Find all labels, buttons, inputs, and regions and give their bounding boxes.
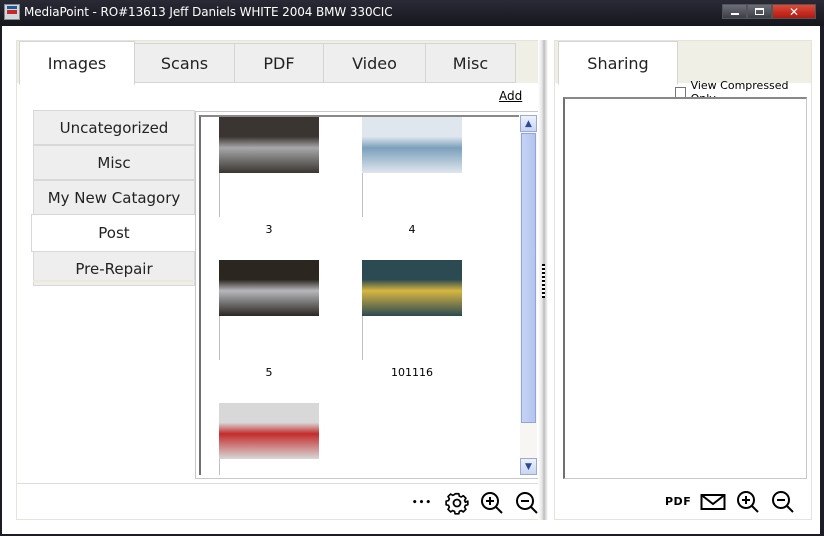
window-title: MediaPoint - RO#13613 Jeff Daniels WHITE… (24, 5, 393, 19)
splitter-grip-icon[interactable] (542, 264, 545, 298)
tab-label: Images (47, 53, 107, 73)
title-bar: MediaPoint - RO#13613 Jeff Daniels WHITE… (0, 0, 824, 26)
view-compressed-checkbox[interactable] (675, 86, 686, 98)
category-uncategorized[interactable]: Uncategorized (33, 110, 195, 145)
more-icon: ••• (411, 498, 433, 508)
email-button[interactable] (700, 489, 726, 515)
minimize-button[interactable] (722, 4, 747, 19)
gear-icon (445, 492, 469, 515)
close-icon: ✕ (788, 4, 800, 19)
category-label: Post (98, 224, 130, 242)
gallery-scrollbar[interactable]: ▲ ▼ (520, 115, 537, 475)
thumbnail-image[interactable] (362, 117, 462, 173)
thumbnail-label: 4 (408, 223, 416, 236)
scrollbar-thumb[interactable] (521, 133, 536, 423)
maximize-icon (755, 8, 764, 15)
zoom-in-icon (737, 491, 759, 513)
thumbnail-image[interactable] (362, 260, 462, 316)
media-toolbar: ••• (17, 483, 545, 520)
zoom-in-button[interactable] (479, 490, 505, 516)
mail-icon (700, 494, 726, 510)
chevron-up-icon: ▲ (525, 118, 532, 129)
tab-label: Scans (160, 53, 209, 73)
panel-splitter[interactable] (538, 40, 548, 520)
thumbnail-image[interactable] (219, 260, 319, 316)
thumbnail-grid: 3 4 5 101116 (199, 115, 519, 475)
thumbnail-label: 101116 (391, 366, 433, 379)
add-link[interactable]: Add (499, 89, 522, 103)
scroll-up-button[interactable]: ▲ (520, 115, 537, 132)
tab-images[interactable]: Images (19, 41, 135, 85)
sharing-list (563, 97, 807, 479)
more-button[interactable]: ••• (409, 490, 435, 516)
sharing-toolbar: PDF (555, 483, 811, 519)
window-controls: ✕ (722, 4, 816, 19)
category-label: Misc (97, 153, 131, 172)
tab-label: PDF (263, 53, 295, 73)
maximize-button[interactable] (747, 4, 772, 19)
app-icon (4, 4, 20, 20)
category-divider (33, 280, 195, 282)
tab-sharing[interactable]: Sharing (558, 41, 678, 85)
zoom-out-icon (516, 492, 538, 514)
tab-scans[interactable]: Scans (134, 43, 235, 83)
tab-label: Misc (452, 53, 489, 73)
category-my-new-catagory[interactable]: My New Catagory (33, 180, 195, 215)
image-gallery: 3 4 5 101116 ▲ ▼ (195, 111, 542, 479)
sharing-panel: Sharing View Compressed Only PDF (554, 40, 812, 520)
tab-video[interactable]: Video (323, 43, 426, 83)
sharing-zoom-in-button[interactable] (735, 489, 761, 515)
thumbnail-image[interactable] (219, 117, 319, 173)
category-label: My New Catagory (47, 188, 181, 207)
tab-misc[interactable]: Misc (425, 43, 516, 83)
tab-label: Sharing (587, 53, 649, 73)
zoom-in-icon (481, 492, 503, 514)
client-area: Images Scans PDF Video Misc Add Uncatego… (2, 26, 820, 534)
tab-label: Video (352, 53, 397, 73)
settings-button[interactable] (444, 490, 470, 516)
thumbnail-label: 5 (265, 366, 273, 379)
category-label: Pre-Repair (75, 259, 153, 278)
scroll-down-button[interactable]: ▼ (520, 458, 537, 475)
zoom-out-icon (772, 491, 794, 513)
zoom-out-button[interactable] (514, 490, 540, 516)
category-misc[interactable]: Misc (33, 145, 195, 180)
media-panel: Images Scans PDF Video Misc Add Uncatego… (16, 40, 546, 520)
close-button[interactable]: ✕ (772, 4, 816, 19)
category-post[interactable]: Post (31, 214, 197, 252)
sharing-zoom-out-button[interactable] (770, 489, 796, 515)
tab-pdf[interactable]: PDF (234, 43, 324, 83)
pdf-button[interactable]: PDF (665, 495, 691, 508)
category-label: Uncategorized (59, 118, 169, 137)
thumbnail-label: 3 (265, 223, 273, 236)
thumbnail-image[interactable] (219, 403, 319, 459)
minimize-icon (730, 13, 739, 15)
chevron-down-icon: ▼ (525, 461, 532, 472)
